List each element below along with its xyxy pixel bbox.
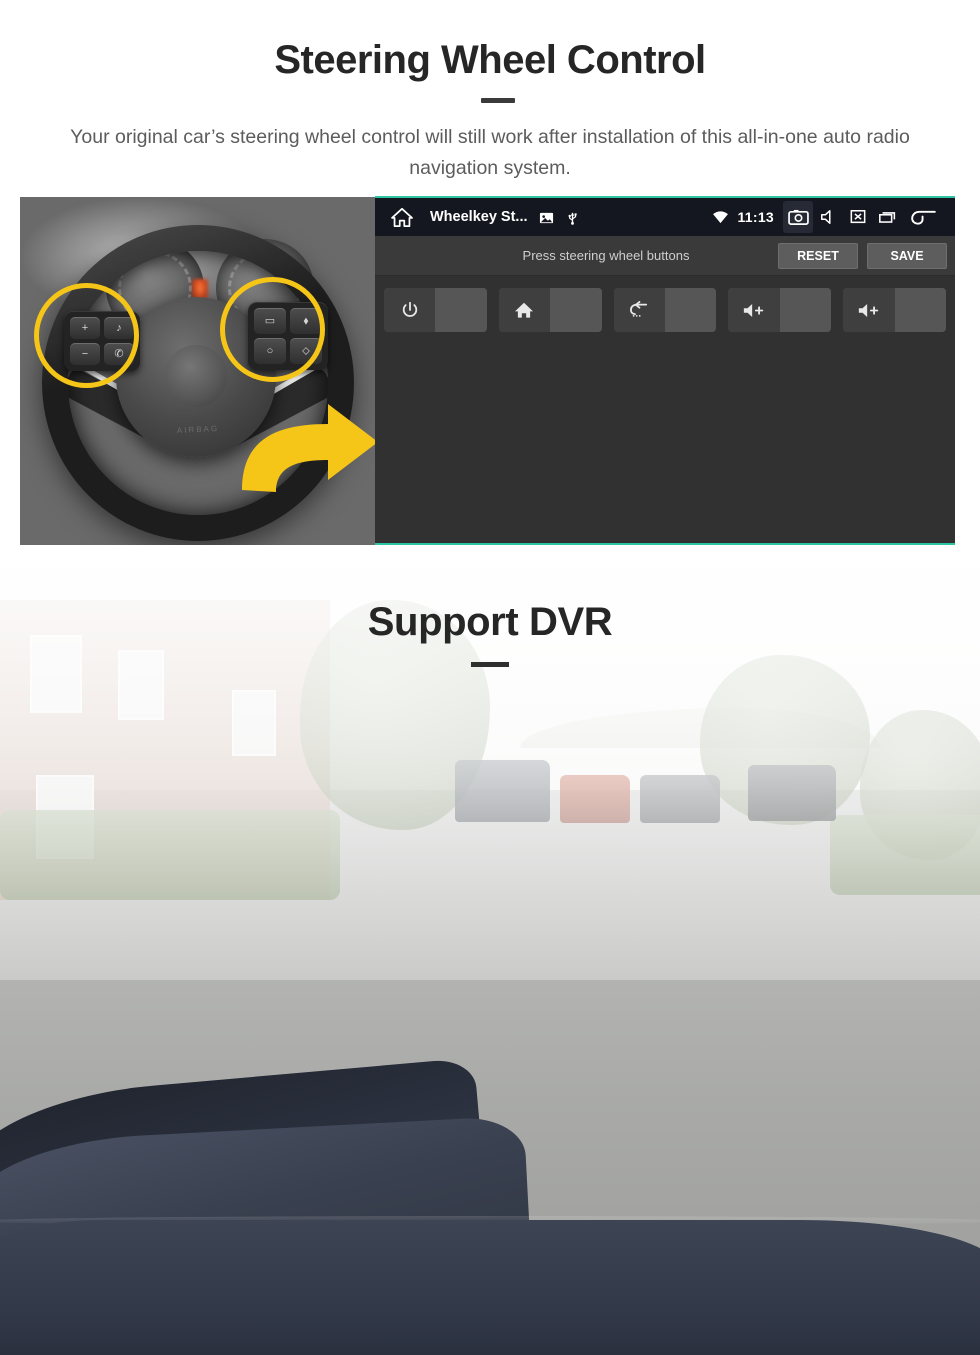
app-title: Wheelkey St... [430, 209, 528, 225]
key-mapping-row [384, 288, 946, 332]
recents-icon[interactable] [873, 201, 903, 233]
screen-off-icon[interactable] [843, 201, 873, 233]
key-value-back [664, 288, 717, 332]
wifi-icon [713, 210, 729, 223]
volume-up-icon [728, 288, 780, 332]
usb-icon [567, 212, 577, 225]
key-slot-power[interactable] [384, 288, 487, 332]
street-scene-background [0, 560, 980, 1355]
key-slot-back[interactable] [613, 288, 717, 332]
key-slot-volume-up-1[interactable] [728, 288, 832, 332]
android-status-bar: Wheelkey St... 11:13 [375, 198, 955, 236]
yellow-arrow-icon [242, 404, 375, 492]
home-icon [498, 288, 551, 332]
image-icon [539, 212, 553, 223]
title-divider [471, 662, 509, 667]
product-feature-page: Steering Wheel Control Your original car… [0, 0, 980, 1355]
key-slot-home[interactable] [498, 288, 602, 332]
volume-mute-icon[interactable] [813, 201, 843, 233]
key-value-home [550, 288, 602, 332]
clock: 11:13 [737, 209, 774, 225]
save-button[interactable]: SAVE [867, 242, 947, 269]
head-unit-screenshot: Wheelkey St... 11:13 Press steering whee… [375, 196, 955, 545]
highlight-circle-right [220, 277, 325, 382]
key-value-volume-up-2 [894, 288, 946, 332]
steering-wheel-photo: AIRBAG + ♪ − ✆ ▭ ⬧ ○ ⬦ [20, 197, 375, 545]
title-divider [481, 98, 515, 103]
page-title: Steering Wheel Control [274, 38, 706, 82]
home-icon[interactable] [391, 207, 413, 227]
power-icon [384, 288, 436, 332]
wheelkey-mapping-area [375, 276, 955, 543]
section-subtitle: Your original car’s steering wheel contr… [70, 126, 910, 179]
volume-up-icon [843, 288, 895, 332]
steering-wheel-control-section: Steering Wheel Control Your original car… [0, 0, 980, 560]
key-slot-volume-up-2[interactable] [843, 288, 946, 332]
key-value-volume-up-1 [779, 288, 832, 332]
key-value-power [435, 288, 487, 332]
dashboard-lower [0, 1220, 980, 1355]
instruction-text: Press steering wheel buttons [522, 248, 690, 263]
steering-wheel-hub-center [165, 345, 227, 407]
support-dvr-section: Support DVR (Optional function, require … [0, 560, 980, 1355]
system-status-icons: 11:13 [712, 201, 943, 233]
highlight-circle-left [34, 283, 139, 388]
back-icon [613, 288, 665, 332]
back-arrow-icon[interactable] [903, 201, 943, 233]
section-title-dvr: Support DVR [367, 600, 613, 644]
screenshot-camera-icon[interactable] [783, 201, 813, 233]
reset-button[interactable]: RESET [778, 242, 858, 269]
wheelkey-action-bar: Press steering wheel buttons RESET SAVE [375, 236, 955, 276]
